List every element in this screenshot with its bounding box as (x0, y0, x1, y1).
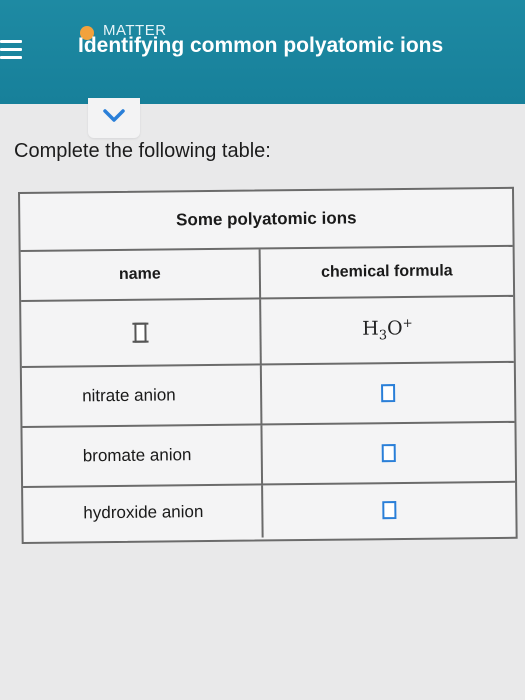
table-header-row: name chemical formula (20, 246, 514, 302)
formula-answer-input[interactable] (381, 444, 396, 463)
table-row: H3O+ (21, 296, 514, 368)
table-row: nitrate anion (21, 362, 515, 428)
formula-answer-input[interactable] (381, 384, 396, 403)
table-row: hydroxide anion (23, 483, 516, 540)
ion-name: nitrate anion (82, 385, 176, 406)
polyatomic-ions-table: Some polyatomic ions name chemical formu… (18, 186, 518, 544)
table-caption: Some polyatomic ions (20, 188, 513, 252)
question-prompt: Complete the following table: (14, 140, 271, 162)
ion-name: bromate anion (82, 445, 192, 466)
chevron-down-icon (103, 109, 125, 122)
chemical-formula: H3O+ (362, 316, 413, 344)
menu-icon[interactable] (0, 40, 24, 66)
column-header-name: name (118, 265, 161, 283)
name-answer-input[interactable] (134, 322, 147, 343)
table-row: bromate anion (22, 422, 516, 488)
ion-name: hydroxide anion (83, 502, 204, 523)
page-title: Identifying common polyatomic ions (78, 34, 444, 57)
column-header-formula: chemical formula (320, 262, 453, 281)
collapse-toggle-button[interactable] (88, 98, 140, 138)
formula-answer-input[interactable] (382, 501, 397, 520)
header: MATTER Identifying common polyatomic ion… (0, 0, 525, 104)
